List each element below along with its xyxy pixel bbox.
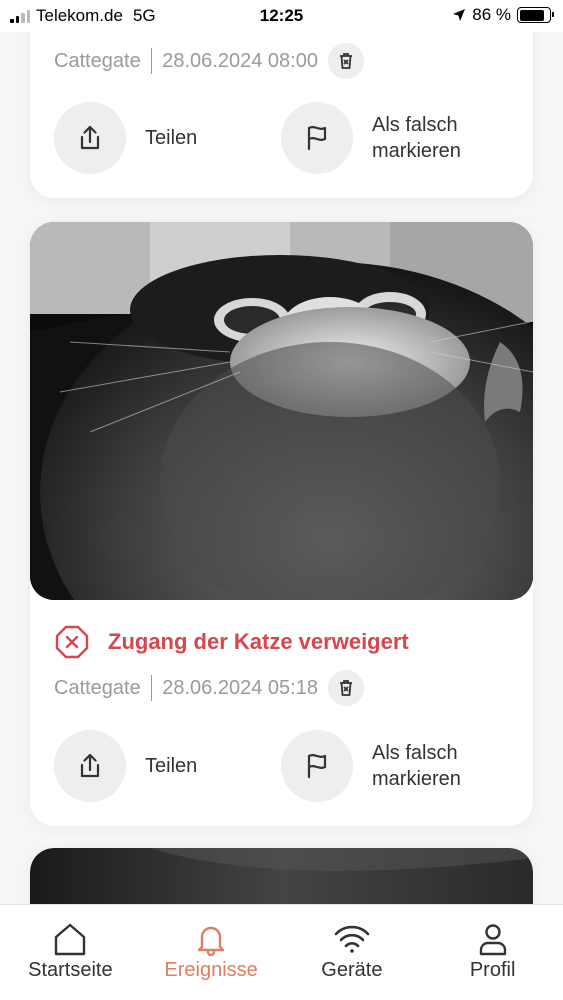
tab-label: Geräte — [321, 959, 383, 981]
tab-ereignisse[interactable]: Ereignisse — [141, 905, 282, 1000]
flag-label: Als falsch markieren — [372, 112, 492, 164]
tab-geraete[interactable]: Geräte — [282, 905, 423, 1000]
share-label: Teilen — [145, 127, 198, 149]
event-actions: Teilen Als falsch markieren — [30, 730, 508, 802]
tab-bar: Startseite Ereignisse Geräte Profil — [0, 904, 563, 1000]
event-actions: Teilen Als falsch markieren — [30, 102, 508, 174]
flag-label-line2: markieren — [372, 768, 461, 790]
event-datetime: 28.06.2024 08:00 — [162, 49, 318, 72]
flag-label: Als falsch markieren — [372, 740, 492, 792]
share-icon — [80, 125, 100, 150]
flag-label-line2: markieren — [372, 140, 461, 162]
meta-divider — [150, 48, 153, 74]
screen: Telekom.de 5G 12:25 86 % Cattegate 28.06… — [0, 0, 563, 1000]
battery-icon — [517, 7, 554, 23]
flag-icon — [307, 754, 327, 779]
delete-button[interactable] — [327, 670, 364, 706]
flag-action[interactable]: Als falsch markieren — [281, 730, 508, 802]
tab-label: Profil — [469, 959, 516, 981]
share-action[interactable]: Teilen — [54, 102, 281, 174]
battery-percent: 86 % — [472, 5, 511, 24]
event-meta: Cattegate 28.06.2024 05:18 — [30, 670, 364, 706]
share-label: Teilen — [145, 755, 198, 777]
tab-label: Startseite — [28, 959, 113, 981]
flag-icon — [307, 126, 327, 151]
home-icon — [52, 921, 88, 957]
camera-name: Cattegate — [54, 676, 141, 699]
trash-icon — [339, 53, 352, 69]
event-status-text: Zugang der Katze verweigert — [108, 629, 409, 654]
share-button[interactable] — [54, 730, 126, 802]
status-bar: Telekom.de 5G 12:25 86 % — [0, 0, 563, 32]
share-icon — [80, 753, 100, 778]
share-action[interactable]: Teilen — [54, 730, 281, 802]
event-datetime: 28.06.2024 05:18 — [162, 676, 318, 699]
flag-button[interactable] — [281, 730, 353, 802]
delete-button[interactable] — [327, 43, 364, 79]
tab-label: Ereignisse — [164, 959, 258, 981]
flag-button[interactable] — [281, 102, 353, 174]
location-arrow-icon — [453, 9, 466, 21]
flag-action[interactable]: Als falsch markieren — [281, 102, 508, 174]
event-meta: Cattegate 28.06.2024 08:00 — [30, 43, 364, 79]
status-right: 86 % — [452, 5, 554, 25]
meta-divider — [150, 675, 153, 701]
event-status: Zugang der Katze verweigert — [30, 624, 409, 660]
tab-startseite[interactable]: Startseite — [0, 905, 141, 1000]
wifi-icon — [333, 921, 371, 957]
event-card: Zugang der Katze verweigert Cattegate 28… — [30, 222, 533, 826]
event-photo[interactable] — [30, 222, 533, 600]
share-button[interactable] — [54, 102, 126, 174]
tab-profil[interactable]: Profil — [422, 905, 563, 1000]
person-icon — [477, 921, 509, 957]
camera-name: Cattegate — [54, 49, 141, 72]
flag-label-line1: Als falsch — [372, 114, 458, 136]
denied-icon — [55, 625, 89, 659]
bell-icon — [194, 921, 228, 957]
trash-icon — [339, 680, 352, 696]
flag-label-line1: Als falsch — [372, 742, 458, 764]
